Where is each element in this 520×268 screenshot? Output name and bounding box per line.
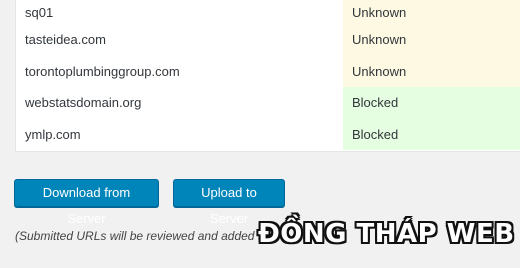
watermark-logo: ĐỒNG THÁP WEB — [258, 219, 515, 249]
table-row: tasteidea.com Unknown — [16, 24, 520, 56]
status-cell: Blocked — [343, 87, 520, 119]
upload-to-server-button[interactable]: Upload to Server — [173, 179, 285, 226]
domain-cell: tasteidea.com — [25, 32, 106, 48]
table-row: torontoplumbinggroup.com Unknown — [16, 55, 520, 87]
status-cell: Unknown — [343, 24, 520, 56]
domain-cell: torontoplumbinggroup.com — [25, 63, 180, 79]
review-note: (Submitted URLs will be reviewed and add… — [15, 229, 268, 243]
status-cell: Unknown — [343, 55, 520, 87]
domain-cell: webstatsdomain.org — [25, 95, 142, 111]
domain-cell: ymlp.com — [25, 126, 81, 142]
table-row: sq01 Unknown — [16, 0, 520, 24]
domain-cell: sq01 — [25, 4, 54, 20]
table-row: webstatsdomain.org Blocked — [16, 87, 520, 119]
table-row: ymlp.com Blocked — [16, 118, 520, 150]
status-cell: Blocked — [343, 118, 520, 150]
status-cell: Unknown — [343, 0, 520, 24]
download-from-server-button[interactable]: Download from Server — [14, 179, 159, 226]
domain-status-table: sq01 Unknown tasteidea.com Unknown toron… — [15, 0, 520, 152]
